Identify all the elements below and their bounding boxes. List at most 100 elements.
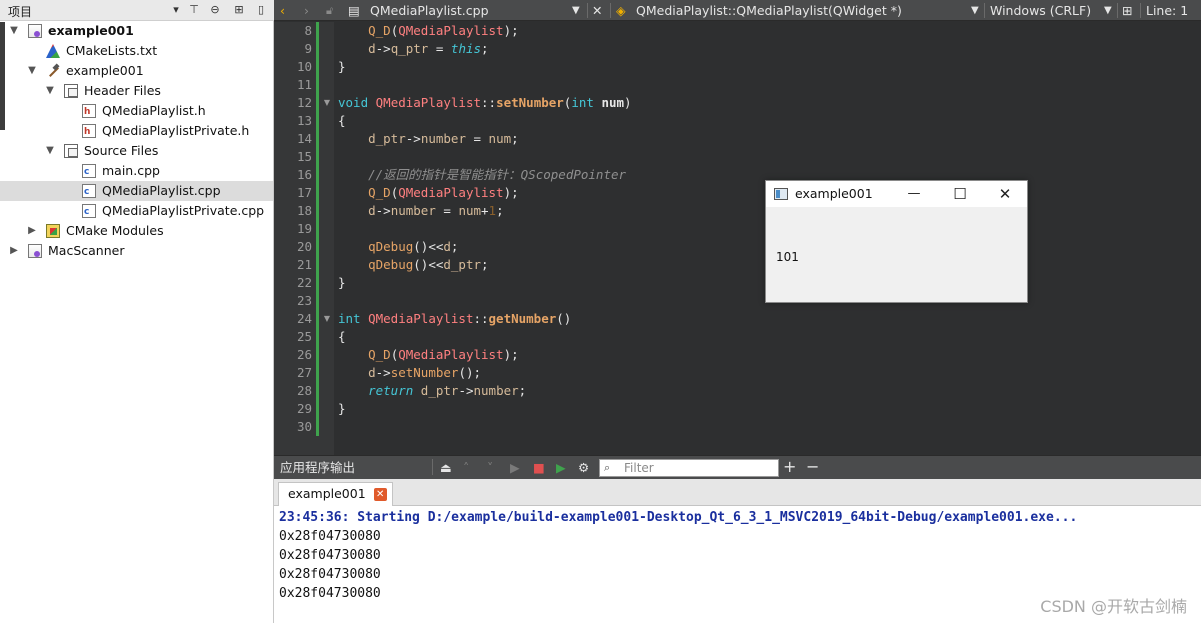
line-number: 26 [296, 347, 312, 362]
filter-input[interactable]: ⌕ Filter [599, 459, 779, 477]
line-number: 22 [296, 275, 312, 290]
minus-icon[interactable]: − [806, 458, 819, 476]
divider [1140, 3, 1141, 18]
chevron-down-icon[interactable]: ▼ [971, 2, 979, 19]
chevron-down-icon[interactable]: ▼ [572, 2, 580, 19]
header-file-icon [82, 124, 96, 138]
chevron-down-icon[interactable]: ▼ [44, 81, 56, 101]
close-tab-icon[interactable]: ✕ [373, 488, 387, 501]
gear-icon[interactable]: ⚙ [578, 459, 589, 477]
header-file-icon [82, 104, 96, 118]
close-file-icon[interactable]: ✕ [592, 2, 602, 19]
chevron-right-icon[interactable]: ▶ [26, 221, 38, 241]
app-window[interactable]: example001 — ☐ ✕ 101 [765, 180, 1028, 303]
tree-item-qmediaplaylist-cpp[interactable]: QMediaPlaylist.cpp [0, 181, 273, 201]
chevron-right-icon[interactable]: ▶ [8, 241, 20, 261]
chevron-down-icon[interactable]: ▼ [1104, 2, 1112, 19]
up-arrow-icon[interactable]: ˄ [463, 459, 469, 477]
tree-item-header-files[interactable]: ▼ Header Files [0, 81, 273, 101]
cmake-folder-icon [46, 224, 60, 238]
chevron-down-icon[interactable]: ▼ [26, 61, 38, 81]
project-panel: 项目 ▾ ⊤ ⊖ ⊞ ▯ ▼ example001 CMakeLists.txt… [0, 0, 274, 623]
tree-item-qmediaplaylist-h[interactable]: QMediaPlaylist.h [0, 101, 273, 121]
code-line: Q_D(QMediaPlaylist); [368, 347, 519, 362]
code-line: } [338, 59, 346, 74]
output-line: 0x28f04730080 [279, 586, 381, 601]
editor-toolbar: ‹ › 🔓︎ ▤ QMediaPlaylist.cpp ▼ ✕ ◈ QMedia… [274, 0, 1201, 21]
link-icon[interactable]: ⊖ [207, 2, 223, 18]
tree-item-example001-target[interactable]: ▼ example001 [0, 61, 273, 81]
output-line: 0x28f04730080 [279, 567, 381, 582]
tree-item-label: QMediaPlaylistPrivate.cpp [102, 203, 265, 218]
add-icon[interactable]: + [783, 458, 796, 476]
line-number: 9 [304, 41, 312, 56]
project-panel-title: 项目 [8, 5, 33, 19]
fold-marker-icon[interactable]: ▼ [322, 310, 332, 328]
attach-icon[interactable]: ⏏ [440, 459, 452, 477]
code-line: //返回的指针是智能指针：QScopedPointer [338, 166, 626, 184]
cursor-position[interactable]: Line: 1 [1146, 2, 1188, 19]
cpp-file-icon [82, 184, 96, 198]
run-icon[interactable]: ▶ [510, 459, 520, 477]
tree-item-cmakelists[interactable]: CMakeLists.txt [0, 41, 273, 61]
file-name-selector[interactable]: QMediaPlaylist.cpp [370, 2, 489, 19]
cpp-file-icon [82, 164, 96, 178]
tab-example001[interactable]: example001 ✕ [278, 482, 393, 506]
fold-marker-icon[interactable]: ▼ [322, 94, 332, 112]
qt-project-icon [28, 244, 42, 258]
divider [587, 3, 588, 18]
tree-item-qmediaplaylistprivate-h[interactable]: QMediaPlaylistPrivate.h [0, 121, 273, 141]
output-line: 0x28f04730080 [279, 529, 381, 544]
tree-item-label: QMediaPlaylist.cpp [102, 183, 221, 198]
line-number-gutter: 8 9 10 11 12 13 14 15 16 17 18 19 20 21 … [274, 22, 316, 455]
code-line: } [338, 275, 346, 290]
tab-label: example001 [288, 486, 366, 501]
code-line: d_ptr->number = num; [368, 131, 519, 146]
line-number: 17 [296, 185, 312, 200]
line-endings-selector[interactable]: Windows (CRLF) [990, 2, 1091, 19]
tree-item-label: QMediaPlaylist.h [102, 103, 206, 118]
tree-item-macscanner[interactable]: ▶ MacScanner [0, 241, 273, 261]
forward-arrow-icon[interactable]: › [304, 2, 309, 19]
debug-run-icon[interactable]: ▶ [556, 459, 566, 477]
stop-icon[interactable]: ■ [533, 459, 545, 477]
line-number: 10 [296, 59, 312, 74]
code-line: { [338, 329, 346, 344]
folder-icon [64, 144, 78, 158]
chevron-down-icon[interactable]: ▼ [8, 21, 20, 41]
dropdown-icon[interactable]: ▾ [168, 2, 184, 18]
tree-item-example001-project[interactable]: ▼ example001 [0, 21, 273, 41]
code-line: } [338, 401, 346, 416]
line-number: 29 [296, 401, 312, 416]
code-line: d->setNumber(); [368, 365, 482, 380]
close-panel-icon[interactable]: ▯ [253, 2, 269, 18]
maximize-button[interactable]: ☐ [937, 181, 983, 207]
app-window-titlebar[interactable]: example001 — ☐ ✕ [766, 181, 1027, 207]
symbol-icon: ◈ [616, 3, 626, 18]
application-output[interactable]: 23:45:36: Starting D:/example/build-exam… [274, 506, 1201, 623]
split-icon[interactable]: ⊞ [231, 2, 247, 18]
cpp-file-icon [82, 204, 96, 218]
divider [1117, 3, 1118, 18]
line-number: 30 [296, 419, 312, 434]
line-number: 15 [296, 149, 312, 164]
tree-item-cmake-modules[interactable]: ▶ CMake Modules [0, 221, 273, 241]
close-button[interactable]: ✕ [982, 181, 1028, 207]
back-arrow-icon[interactable]: ‹ [280, 2, 285, 19]
tree-item-qmediaplaylistprivate-cpp[interactable]: QMediaPlaylistPrivate.cpp [0, 201, 273, 221]
output-line: 0x28f04730080 [279, 548, 381, 563]
chevron-down-icon[interactable]: ▼ [44, 141, 56, 161]
output-toolbar: 应用程序输出 ⏏ ˄ ˅ ▶ ■ ▶ ⚙ ⌕ Filter + − [274, 455, 1201, 479]
line-number: 27 [296, 365, 312, 380]
filter-icon[interactable]: ⊤ [186, 2, 202, 18]
output-tab-bar: example001 ✕ [274, 479, 1201, 506]
split-editor-icon[interactable]: ⊞ [1122, 2, 1132, 19]
line-number: 14 [296, 131, 312, 146]
output-start-line: 23:45:36: Starting D:/example/build-exam… [279, 510, 1078, 525]
minimize-button[interactable]: — [891, 181, 937, 207]
tree-item-main-cpp[interactable]: main.cpp [0, 161, 273, 181]
down-arrow-icon[interactable]: ˅ [487, 459, 493, 477]
tree-item-source-files[interactable]: ▼ Source Files [0, 141, 273, 161]
line-number: 20 [296, 239, 312, 254]
symbol-selector[interactable]: QMediaPlaylist::QMediaPlaylist(QWidget *… [636, 2, 902, 19]
